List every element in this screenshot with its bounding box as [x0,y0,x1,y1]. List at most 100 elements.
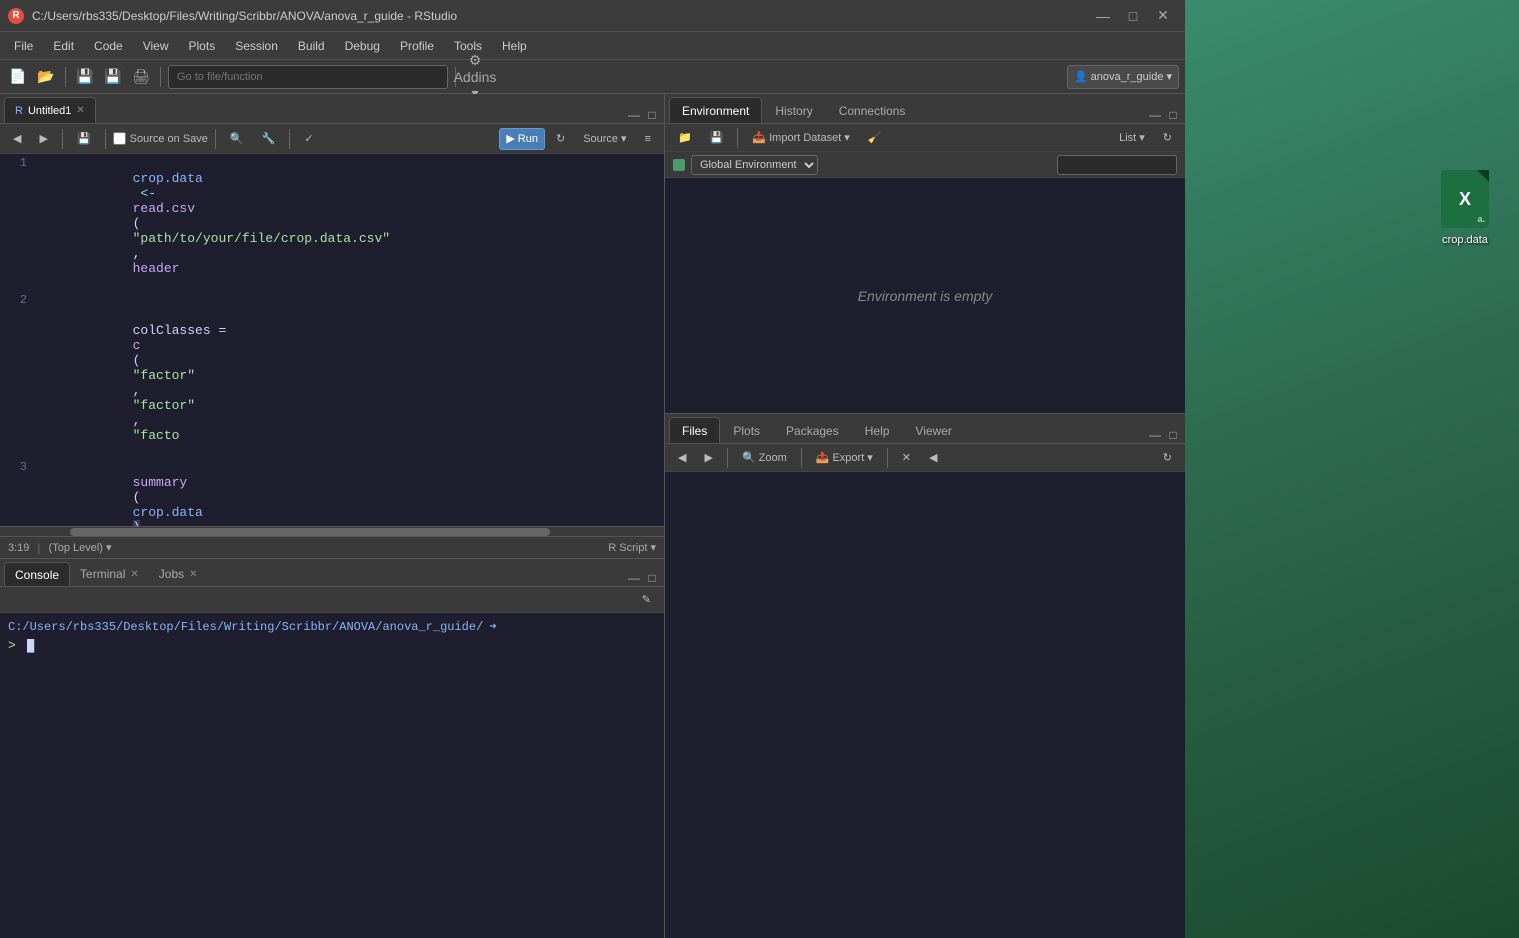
files-toolbar-sep-3 [887,448,888,468]
console-area[interactable]: C:/Users/rbs335/Desktop/Files/Writing/Sc… [0,613,664,938]
files-minimize-btn[interactable]: — [1147,427,1163,443]
close-button[interactable]: ✕ [1149,6,1177,26]
env-refresh-btn[interactable]: ↻ [1156,127,1179,149]
code-line-3: 3 summary ( crop.data ) [0,458,664,526]
nav-forward-btn[interactable]: ▶ [32,128,54,150]
env-import-btn[interactable]: 📥 Import Dataset ▾ [745,127,856,149]
excel-icon: X a. [1441,170,1489,228]
source-dropdown-btn[interactable]: Source ▾ [576,128,633,150]
terminal-tab-close[interactable]: ✕ [130,569,138,580]
editor-maximize-btn[interactable]: □ [644,107,660,123]
export-btn[interactable]: 📤 Export ▾ [809,447,880,469]
files-back-btn[interactable]: ◀ [671,447,693,469]
goto-input[interactable] [168,65,448,89]
env-search-input[interactable] [1057,155,1177,175]
tab-history[interactable]: History [762,97,825,123]
bottom-panel: Console Terminal ✕ Jobs ✕ — □ [0,558,664,938]
source-on-save-checkbox[interactable] [113,132,126,145]
env-save-btn[interactable]: 💾 [703,127,731,149]
menu-code[interactable]: Code [84,35,133,57]
jobs-tab-close[interactable]: ✕ [189,569,197,580]
files-content [665,472,1185,938]
menu-debug[interactable]: Debug [335,35,390,57]
menu-plots[interactable]: Plots [179,35,226,57]
files-forward-btn[interactable]: ▶ [697,447,719,469]
run-btn[interactable]: ▶ Run [499,128,545,150]
menu-view[interactable]: View [133,35,179,57]
main-toolbar: 📄 📂 💾 💾 🖨 ⚙ Addins ▾ 👤 anova_r_guide ▾ [0,60,1185,94]
editor-minimize-btn[interactable]: — [626,107,642,123]
console-prompt-line: > █ [8,638,656,653]
tab-files[interactable]: Files [669,417,720,443]
source-on-save-text: Source on Save [130,133,208,145]
minimize-button[interactable]: — [1089,6,1117,26]
menu-help[interactable]: Help [492,35,537,57]
menu-profile[interactable]: Profile [390,35,444,57]
env-list-dropdown: ▾ [1139,131,1145,144]
editor-scrollbar[interactable] [0,526,664,536]
cursor-position: 3:19 [8,542,29,554]
console-maximize-btn[interactable]: □ [644,570,660,586]
files-toolbar: ◀ ▶ 🔍 Zoom 📤 Export ▾ ✕ ◀ [665,444,1185,472]
scope-dropdown-icon: ▾ [106,542,112,554]
addins-btn[interactable]: ⚙ Addins ▾ [463,65,487,89]
tab-connections[interactable]: Connections [826,97,919,123]
menu-edit[interactable]: Edit [43,35,84,57]
tab-viewer[interactable]: Viewer [902,417,964,443]
toolbar-sep-2 [160,67,161,87]
tab-console[interactable]: Console [4,562,70,586]
zoom-icon: 🔍 [742,451,756,464]
code-check-btn[interactable]: ✓ [297,128,320,150]
menu-session[interactable]: Session [225,35,288,57]
editor-tab-untitled1[interactable]: R Untitled1 ✕ [4,97,96,123]
save-editor-btn[interactable]: 💾 [70,128,98,150]
env-list-btn[interactable]: List ▾ [1112,127,1152,149]
env-load-btn[interactable]: 📁 [671,127,699,149]
env-broom-btn[interactable]: 🧹 [861,127,889,149]
more-btn[interactable]: ≡ [638,128,658,150]
save-btn[interactable]: 💾 [73,65,97,89]
files-nav-btn[interactable]: ◀ [922,447,944,469]
files-delete-btn[interactable]: ✕ [895,447,918,469]
global-env-select[interactable]: Global Environment [691,155,818,175]
save-all-btn[interactable]: 💾 [101,65,125,89]
profile-btn[interactable]: 👤 anova_r_guide ▾ [1067,65,1179,89]
code-editor[interactable]: 1 crop.data <- read.csv ( "path/to/your/… [0,154,664,526]
editor-tab-close[interactable]: ✕ [76,105,84,116]
env-panel-controls: — □ [1147,107,1181,123]
menu-bar: File Edit Code View Plots Session Build … [0,32,1185,60]
tab-terminal[interactable]: Terminal ✕ [70,562,149,586]
editor-status-bar: 3:19 | (Top Level) ▾ R Script ▾ [0,536,664,558]
menu-file[interactable]: File [4,35,43,57]
nav-back-btn[interactable]: ◀ [6,128,28,150]
zoom-btn[interactable]: 🔍 Zoom [735,447,794,469]
menu-build[interactable]: Build [288,35,335,57]
open-file-btn[interactable]: 📂 [34,65,58,89]
console-minimize-btn[interactable]: — [626,570,642,586]
files-refresh-btn[interactable]: ↻ [1156,447,1179,469]
env-empty-message: Environment is empty [858,288,993,304]
editor-scope[interactable]: (Top Level) ▾ [49,541,112,554]
maximize-button[interactable]: □ [1119,6,1147,26]
tab-jobs[interactable]: Jobs ✕ [149,562,208,586]
tab-packages[interactable]: Packages [773,417,852,443]
window-controls: — □ ✕ [1089,6,1177,26]
desktop-icon-cropdata[interactable]: X a. crop.data [1441,170,1489,246]
tools-editor-btn[interactable]: 🔧 [255,128,283,150]
new-file-btn[interactable]: 📄 [6,65,30,89]
tab-plots[interactable]: Plots [720,417,773,443]
files-maximize-btn[interactable]: □ [1165,427,1181,443]
env-minimize-btn[interactable]: — [1147,107,1163,123]
print-btn[interactable]: 🖨 [129,65,153,89]
console-toolbar: ✎ [0,587,664,613]
tab-environment[interactable]: Environment [669,97,762,123]
console-clear-btn[interactable]: ✎ [635,589,658,611]
editor-tab-label: Untitled1 [28,105,71,117]
editor-scrollbar-thumb[interactable] [70,528,550,536]
re-run-btn[interactable]: ↻ [549,128,572,150]
env-maximize-btn[interactable]: □ [1165,107,1181,123]
tab-help[interactable]: Help [852,417,903,443]
find-btn[interactable]: 🔍 [223,128,251,150]
profile-icon: 👤 [1074,70,1088,83]
console-prompt: > [8,638,16,653]
